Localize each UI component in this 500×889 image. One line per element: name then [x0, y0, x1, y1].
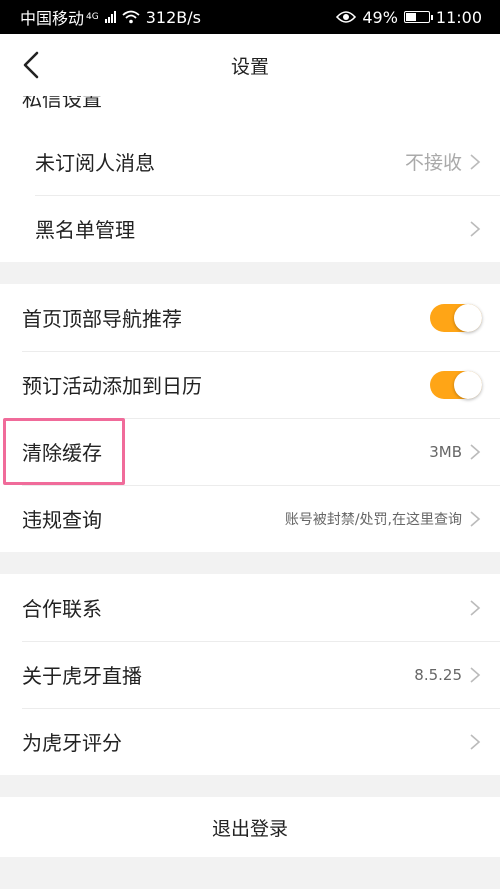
chevron-right-icon	[470, 666, 481, 683]
nav-recommend-toggle[interactable]	[430, 303, 482, 332]
row-value: 不接收	[404, 152, 462, 174]
battery-percent: 49%	[362, 7, 398, 27]
row-label: 未订阅人消息	[35, 151, 155, 175]
section-gap	[0, 775, 500, 797]
row-label: 关于虎牙直播	[22, 664, 142, 688]
nav-bar: 设置	[0, 34, 500, 96]
clock: 11:00	[435, 7, 482, 27]
clear-cache-row[interactable]: 清除缓存 3MB	[0, 418, 500, 485]
row-label: 黑名单管理	[35, 218, 135, 242]
row-value: 账号被封禁/处罚,在这里查询	[284, 511, 462, 528]
row-right: 3MB	[429, 443, 482, 461]
general-group: 首页顶部导航推荐 预订活动添加到日历 清除缓存 3MB 违规查询 账号被封禁/处…	[0, 284, 500, 552]
row-right: 8.5.25	[414, 666, 482, 684]
wifi-icon	[122, 10, 140, 24]
carrier-label: 中国移动	[20, 9, 85, 28]
privacy-group: 未订阅人消息 不接收 黑名单管理	[0, 128, 500, 262]
row-right: 不接收	[405, 148, 482, 175]
violation-query-row[interactable]: 违规查询 账号被封禁/处罚,在这里查询	[0, 485, 500, 552]
calendar-row: 预订活动添加到日历	[0, 351, 500, 418]
status-bar: 中国移动 4G 312B/s 49% 11:00	[0, 0, 500, 34]
status-right: 49% 11:00	[336, 8, 482, 27]
back-button[interactable]	[14, 48, 48, 82]
section-header-private-message: 私信设置	[0, 96, 500, 128]
version-value: 8.5.25	[414, 665, 462, 684]
chevron-right-icon	[470, 599, 481, 616]
page-title: 设置	[230, 55, 269, 78]
network-type: 4G	[86, 12, 99, 22]
section-gap	[0, 552, 500, 574]
about-group: 合作联系 关于虎牙直播 8.5.25 为虎牙评分	[0, 574, 500, 775]
chevron-right-icon	[470, 443, 481, 460]
section-gap	[0, 262, 500, 284]
status-left: 中国移动 4G 312B/s	[20, 5, 201, 29]
unsubscribed-messages-row[interactable]: 未订阅人消息 不接收	[0, 128, 500, 195]
settings-content: 私信设置 未订阅人消息 不接收 黑名单管理 首页顶部导航推荐 预订活动添加到日历	[0, 96, 500, 857]
toggle-knob	[454, 370, 482, 399]
row-label: 为虎牙评分	[22, 731, 122, 755]
calendar-toggle[interactable]	[430, 370, 482, 399]
eye-icon	[336, 11, 357, 23]
row-label: 首页顶部导航推荐	[22, 307, 182, 331]
toggle-knob	[454, 303, 482, 332]
chevron-right-icon	[470, 510, 481, 527]
rate-huya-row[interactable]: 为虎牙评分	[0, 708, 500, 775]
row-right	[468, 220, 482, 238]
chevron-right-icon	[470, 733, 481, 750]
signal-icon	[104, 11, 116, 23]
about-huya-row[interactable]: 关于虎牙直播 8.5.25	[0, 641, 500, 708]
row-label: 清除缓存	[22, 441, 102, 465]
logout-label: 退出登录	[211, 817, 288, 840]
row-right: 账号被封禁/处罚,在这里查询	[285, 509, 482, 529]
section-header-label: 私信设置	[22, 96, 102, 111]
chevron-left-icon	[23, 51, 39, 79]
cache-size: 3MB	[429, 442, 462, 461]
row-label: 预订活动添加到日历	[22, 374, 202, 398]
nav-recommend-row: 首页顶部导航推荐	[0, 284, 500, 351]
row-label: 合作联系	[22, 597, 102, 621]
cooperation-row[interactable]: 合作联系	[0, 574, 500, 641]
chevron-right-icon	[470, 220, 481, 237]
blacklist-row[interactable]: 黑名单管理	[0, 195, 500, 262]
battery-icon	[403, 11, 433, 23]
chevron-right-icon	[470, 153, 481, 170]
network-speed: 312B/s	[145, 7, 201, 27]
row-right	[468, 599, 482, 617]
row-right	[468, 733, 482, 751]
row-label: 违规查询	[22, 508, 102, 532]
logout-button[interactable]: 退出登录	[0, 797, 500, 857]
